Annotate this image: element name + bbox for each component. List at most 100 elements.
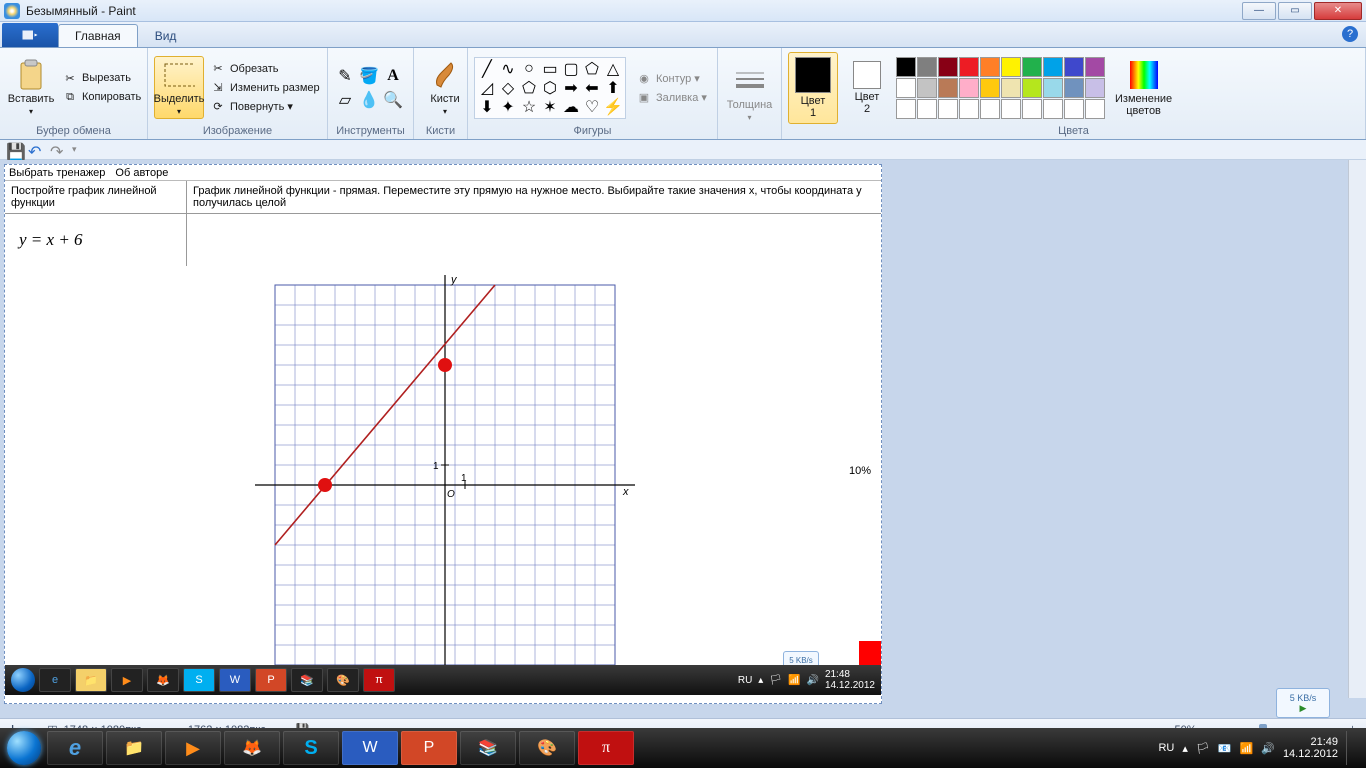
tb-paint-icon[interactable]: 🎨 [519,731,575,765]
shape-arrowd-icon[interactable]: ⬇ [477,98,497,116]
thickness-button[interactable]: Толщина ▾ [724,63,775,124]
inner-tray-flag-icon[interactable]: 🏳 [769,675,782,686]
palette-swatch[interactable] [1001,57,1021,77]
palette-swatch[interactable] [938,78,958,98]
palette-swatch[interactable] [896,78,916,98]
palette-swatch[interactable] [959,99,979,119]
inner-clock[interactable]: 21:48 14.12.2012 [825,669,875,691]
shape-triangle-icon[interactable]: △ [603,60,623,78]
brushes-button[interactable]: Кисти ▾ [420,57,470,118]
save-icon[interactable]: 💾 [6,142,22,158]
palette-swatch[interactable] [1001,78,1021,98]
inner-tb-ie-icon[interactable]: e [39,668,71,692]
shape-rect-icon[interactable]: ▭ [540,60,560,78]
select-button[interactable]: Выделить ▾ [154,56,204,119]
shapes-gallery[interactable]: ╱ ∿ ○ ▭ ▢ ⬠ △ ◿ ◇ ⬠ ⬡ ➡ ⬅ ⬆ ⬇ ✦ ☆ ✶ ☁ ♡ [474,57,626,119]
palette-swatch[interactable] [1043,78,1063,98]
palette-swatch[interactable] [980,57,1000,77]
close-button[interactable]: ✕ [1314,2,1362,20]
shape-roundrect-icon[interactable]: ▢ [561,60,581,78]
shape-fill-button[interactable]: ▣Заливка ▾ [634,88,709,106]
rotate-button[interactable]: ⟳Повернуть ▾ [208,98,322,116]
trainer-graph[interactable]: 1 1 O x y [195,265,695,685]
shape-hexagon-icon[interactable]: ⬡ [540,79,560,97]
palette-swatch[interactable] [1022,57,1042,77]
inner-tb-pi-icon[interactable]: π [363,668,395,692]
pencil-tool[interactable]: ✎ [334,65,356,87]
graph-point-a[interactable] [318,478,332,492]
canvas-scrollbar-vertical[interactable] [1348,160,1366,698]
undo-icon[interactable]: ↶ [28,142,44,158]
palette-swatch[interactable] [980,78,1000,98]
palette-swatch[interactable] [959,57,979,77]
palette-swatch[interactable] [938,57,958,77]
fill-tool[interactable]: 🪣 [358,65,380,87]
edit-colors-button[interactable]: Изменение цветов [1109,57,1178,119]
inner-tb-winrar-icon[interactable]: 📚 [291,668,323,692]
palette-swatch[interactable] [938,99,958,119]
palette-swatch[interactable] [896,99,916,119]
crop-button[interactable]: ✂Обрезать [208,60,322,78]
qat-customize-icon[interactable]: ▾ [72,144,77,155]
shape-line-icon[interactable]: ╱ [477,60,497,78]
shape-lightning-icon[interactable]: ⚡ [603,98,623,116]
palette-swatch[interactable] [959,78,979,98]
eraser-tool[interactable]: ▱ [334,89,356,111]
inner-tray-net-icon[interactable]: 📶 [788,675,800,686]
tb-ie-icon[interactable]: e [47,731,103,765]
inner-tb-ppt-icon[interactable]: P [255,668,287,692]
inner-tray-up-icon[interactable]: ▴ [758,675,763,686]
inner-tb-firefox-icon[interactable]: 🦊 [147,668,179,692]
palette-swatch[interactable] [1085,78,1105,98]
inner-lang-indicator[interactable]: RU [738,675,752,686]
shape-star5-icon[interactable]: ☆ [519,98,539,116]
palette-swatch[interactable] [1085,99,1105,119]
inner-tb-skype-icon[interactable]: S [183,668,215,692]
palette-swatch[interactable] [1064,78,1084,98]
shape-arrowu-icon[interactable]: ⬆ [603,79,623,97]
tray-vol-icon[interactable]: 🔊 [1261,742,1275,755]
shape-curve-icon[interactable]: ∿ [498,60,518,78]
tab-view[interactable]: Вид [138,24,194,47]
canvas-paper[interactable]: Выбрать тренажер Об авторе Постройте гра… [4,164,882,704]
palette-swatch[interactable] [1064,99,1084,119]
shape-polygon-icon[interactable]: ⬠ [582,60,602,78]
tb-wmp-icon[interactable]: ▶ [165,731,221,765]
palette-swatch[interactable] [1001,99,1021,119]
graph-point-b[interactable] [438,358,452,372]
file-menu-button[interactable] [2,23,58,47]
lang-indicator[interactable]: RU [1158,742,1174,754]
maximize-button[interactable]: ▭ [1278,2,1312,20]
tb-winrar-icon[interactable]: 📚 [460,731,516,765]
inner-tb-wmp-icon[interactable]: ▶ [111,668,143,692]
shape-arrowl-icon[interactable]: ⬅ [582,79,602,97]
shape-heart-icon[interactable]: ♡ [582,98,602,116]
text-tool[interactable]: A [382,65,404,87]
color2-button[interactable]: Цвет 2 [842,59,892,117]
picker-tool[interactable]: 💧 [358,89,380,111]
magnifier-tool[interactable]: 🔍 [382,89,404,111]
tb-pi-icon[interactable]: π [578,731,634,765]
copy-button[interactable]: ⧉Копировать [60,88,143,106]
palette-swatch[interactable] [1043,99,1063,119]
tb-explorer-icon[interactable]: 📁 [106,731,162,765]
inner-tb-paint-icon[interactable]: 🎨 [327,668,359,692]
palette-swatch[interactable] [980,99,1000,119]
inner-tray-vol-icon[interactable]: 🔊 [806,675,818,686]
cut-button[interactable]: ✂Вырезать [60,69,143,87]
palette-swatch[interactable] [1022,99,1042,119]
shape-arrowr-icon[interactable]: ➡ [561,79,581,97]
inner-start-button[interactable] [11,668,35,692]
tb-word-icon[interactable]: W [342,731,398,765]
tray-net-icon[interactable]: 📶 [1240,742,1254,755]
tb-firefox-icon[interactable]: 🦊 [224,731,280,765]
minimize-button[interactable]: — [1242,2,1276,20]
palette-swatch[interactable] [1022,78,1042,98]
shape-outline-button[interactable]: ◉Контур ▾ [634,69,709,87]
shape-diamond-icon[interactable]: ◇ [498,79,518,97]
help-icon[interactable]: ? [1342,26,1358,42]
shape-star6-icon[interactable]: ✶ [540,98,560,116]
tb-ppt-icon[interactable]: P [401,731,457,765]
palette-swatch[interactable] [896,57,916,77]
palette-swatch[interactable] [917,99,937,119]
